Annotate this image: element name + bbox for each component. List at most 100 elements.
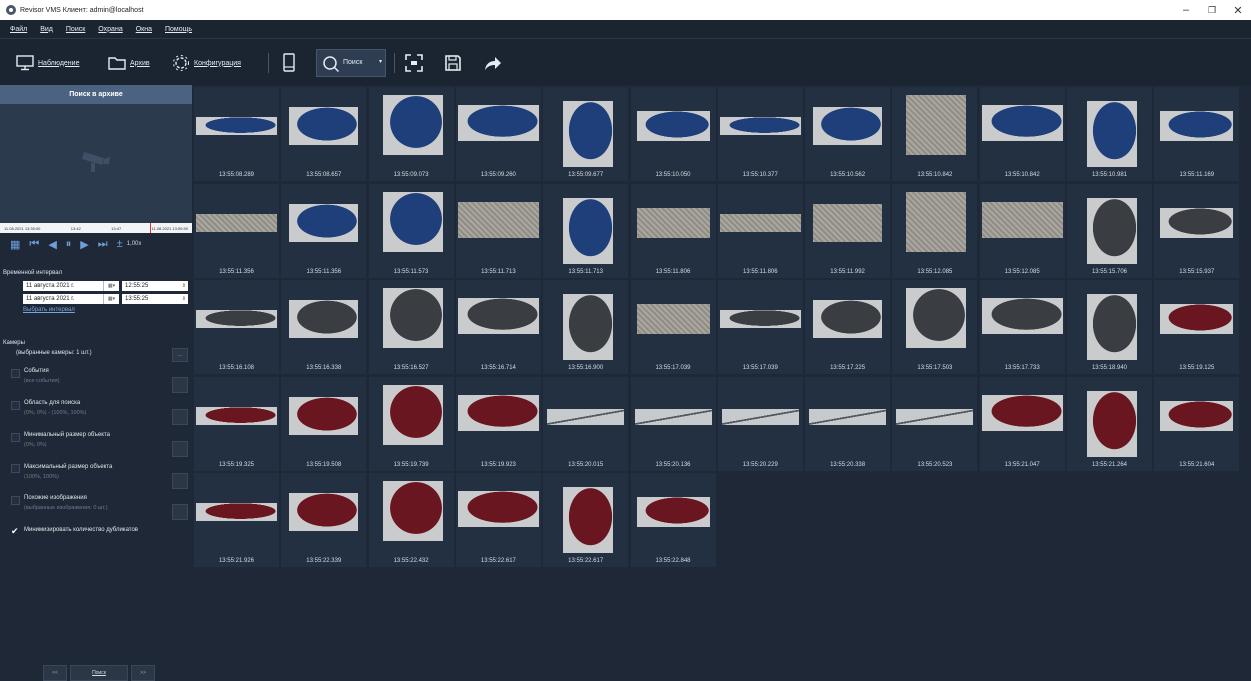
result-thumbnail[interactable]: 13:55:17.733 <box>979 280 1065 374</box>
similar-checkbox[interactable] <box>11 496 20 505</box>
calendar-dropdown-from[interactable]: ▦▾ <box>103 281 119 291</box>
result-thumbnail[interactable]: 13:55:16.338 <box>281 280 367 374</box>
calendar-dropdown-to[interactable]: ▦▾ <box>103 294 119 304</box>
result-thumbnail[interactable]: 13:55:22.617 <box>455 473 541 567</box>
result-thumbnail[interactable]: 13:55:22.848 <box>630 473 716 567</box>
result-thumbnail[interactable]: 13:55:11.806 <box>630 183 716 278</box>
pause-icon[interactable]: ⏸ <box>66 238 72 251</box>
result-thumbnail[interactable]: 13:55:20.015 <box>543 376 629 471</box>
menu-help[interactable]: Помощь <box>165 26 192 33</box>
result-thumbnail[interactable]: 13:55:15.706 <box>1067 183 1152 278</box>
layout-button[interactable] <box>282 50 296 76</box>
result-thumbnail[interactable]: 13:55:21.047 <box>979 376 1065 471</box>
result-thumbnail[interactable]: 13:55:15.937 <box>1154 183 1240 278</box>
result-thumbnail[interactable]: 13:55:17.503 <box>892 280 978 374</box>
speed-icon[interactable]: ± <box>117 238 123 250</box>
result-thumbnail[interactable]: 13:55:21.264 <box>1067 376 1152 471</box>
search-button[interactable]: Поиск <box>70 665 128 681</box>
result-thumbnail[interactable]: 13:55:10.562 <box>805 87 891 181</box>
result-thumbnail[interactable]: 13:55:17.225 <box>805 280 891 374</box>
result-thumbnail[interactable]: 13:55:19.739 <box>368 376 454 471</box>
time-to-field[interactable]: 13:55:25 ⇕ <box>122 294 188 304</box>
result-thumbnail[interactable]: 13:55:10.377 <box>717 87 803 181</box>
result-thumbnail[interactable]: 13:55:16.714 <box>455 280 541 374</box>
result-thumbnail[interactable]: 13:55:20.338 <box>805 376 891 471</box>
result-thumbnail[interactable]: 13:55:16.108 <box>194 280 279 374</box>
minimize-icon[interactable]: – <box>1173 0 1199 20</box>
result-thumbnail[interactable]: 13:55:11.356 <box>281 183 367 278</box>
result-thumbnail[interactable]: 13:55:12.085 <box>979 183 1065 278</box>
timeline-cursor[interactable] <box>150 223 151 233</box>
result-thumbnail[interactable]: 13:55:09.677 <box>543 87 629 181</box>
result-thumbnail[interactable]: 13:55:19.508 <box>281 376 367 471</box>
result-thumbnail[interactable]: 13:55:08.657 <box>281 87 367 181</box>
skip-start-icon[interactable]: ⏮ <box>29 238 39 251</box>
time-from-field[interactable]: 12:55:25 ⇕ <box>122 281 188 291</box>
save-button[interactable] <box>444 50 462 76</box>
share-button[interactable] <box>484 50 502 76</box>
close-icon[interactable]: ✕ <box>1225 0 1251 20</box>
result-thumbnail[interactable]: 13:55:10.842 <box>979 87 1065 181</box>
result-thumbnail[interactable]: 13:55:22.432 <box>368 473 454 567</box>
result-thumbnail[interactable]: 13:55:21.604 <box>1154 376 1240 471</box>
result-thumbnail[interactable]: 13:55:17.039 <box>630 280 716 374</box>
maxsize-checkbox[interactable] <box>11 464 20 473</box>
monitoring-button[interactable]: Наблюдение <box>16 50 79 76</box>
prev-page-button[interactable]: << <box>43 665 67 681</box>
area-checkbox[interactable] <box>11 401 20 410</box>
result-thumbnail[interactable]: 13:55:19.325 <box>194 376 279 471</box>
result-thumbnail[interactable]: 13:55:16.900 <box>543 280 629 374</box>
result-thumbnail[interactable]: 13:55:12.085 <box>892 183 978 278</box>
spinner-icon[interactable]: ⇕ <box>182 281 186 291</box>
minsize-button[interactable] <box>172 441 188 457</box>
fullscreen-button[interactable] <box>404 50 424 76</box>
spinner-icon[interactable]: ⇕ <box>182 294 186 304</box>
step-back-icon[interactable]: ◀ <box>48 238 56 251</box>
result-thumbnail[interactable]: 13:55:20.229 <box>717 376 803 471</box>
result-thumbnail[interactable]: 13:55:20.136 <box>630 376 716 471</box>
search-mode-button[interactable]: Поиск ▾ <box>316 49 386 77</box>
result-thumbnail[interactable]: 13:55:11.806 <box>717 183 803 278</box>
cameras-select-button[interactable]: ... <box>172 348 188 362</box>
result-thumbnail[interactable]: 13:55:09.260 <box>455 87 541 181</box>
archive-button[interactable]: Архив <box>108 50 150 76</box>
result-thumbnail[interactable]: 13:55:08.289 <box>194 87 279 181</box>
result-thumbnail[interactable]: 13:55:11.169 <box>1154 87 1240 181</box>
result-thumbnail[interactable]: 13:55:11.992 <box>805 183 891 278</box>
result-thumbnail[interactable]: 13:55:21.926 <box>194 473 279 567</box>
result-thumbnail[interactable]: 13:55:10.981 <box>1067 87 1152 181</box>
result-thumbnail[interactable]: 13:55:20.523 <box>892 376 978 471</box>
menu-security[interactable]: Охрана <box>98 26 122 33</box>
menu-file[interactable]: Файл <box>10 26 27 33</box>
events-button[interactable] <box>172 377 188 393</box>
result-thumbnail[interactable]: 13:55:17.039 <box>717 280 803 374</box>
minsize-checkbox[interactable] <box>11 433 20 442</box>
result-thumbnail[interactable]: 13:55:19.923 <box>455 376 541 471</box>
result-thumbnail[interactable]: 13:55:11.356 <box>194 183 279 278</box>
timeline-bar[interactable]: 11.08.2021 13:35:00 13:42 13:47 11.08.20… <box>0 223 192 233</box>
area-button[interactable] <box>172 409 188 425</box>
result-thumbnail[interactable]: 13:55:10.050 <box>630 87 716 181</box>
menu-windows[interactable]: Окна <box>136 26 152 33</box>
next-page-button[interactable]: >> <box>131 665 155 681</box>
result-thumbnail[interactable]: 13:55:16.527 <box>368 280 454 374</box>
result-thumbnail[interactable]: 13:55:10.842 <box>892 87 978 181</box>
calendar-icon[interactable]: ▦ <box>10 238 20 251</box>
result-thumbnail[interactable]: 13:55:11.713 <box>455 183 541 278</box>
skip-end-icon[interactable]: ⏭ <box>98 238 108 251</box>
result-thumbnail[interactable]: 13:55:19.125 <box>1154 280 1240 374</box>
result-thumbnail[interactable]: 13:55:18.940 <box>1067 280 1152 374</box>
minimize-dup-checkbox[interactable]: ✔ <box>11 526 21 536</box>
result-thumbnail[interactable]: 13:55:22.617 <box>543 473 629 567</box>
config-button[interactable]: Конфигурация <box>172 50 241 76</box>
maximize-icon[interactable]: ❐ <box>1199 0 1225 20</box>
result-thumbnail[interactable]: 13:55:11.573 <box>368 183 454 278</box>
result-thumbnail[interactable]: 13:55:22.339 <box>281 473 367 567</box>
result-thumbnail[interactable]: 13:55:09.073 <box>368 87 454 181</box>
similar-button[interactable] <box>172 504 188 520</box>
menu-search[interactable]: Поиск <box>66 26 85 33</box>
menu-view[interactable]: Вид <box>40 26 53 33</box>
maxsize-button[interactable] <box>172 473 188 489</box>
play-icon[interactable]: ▶ <box>80 238 88 251</box>
events-checkbox[interactable] <box>11 369 20 378</box>
